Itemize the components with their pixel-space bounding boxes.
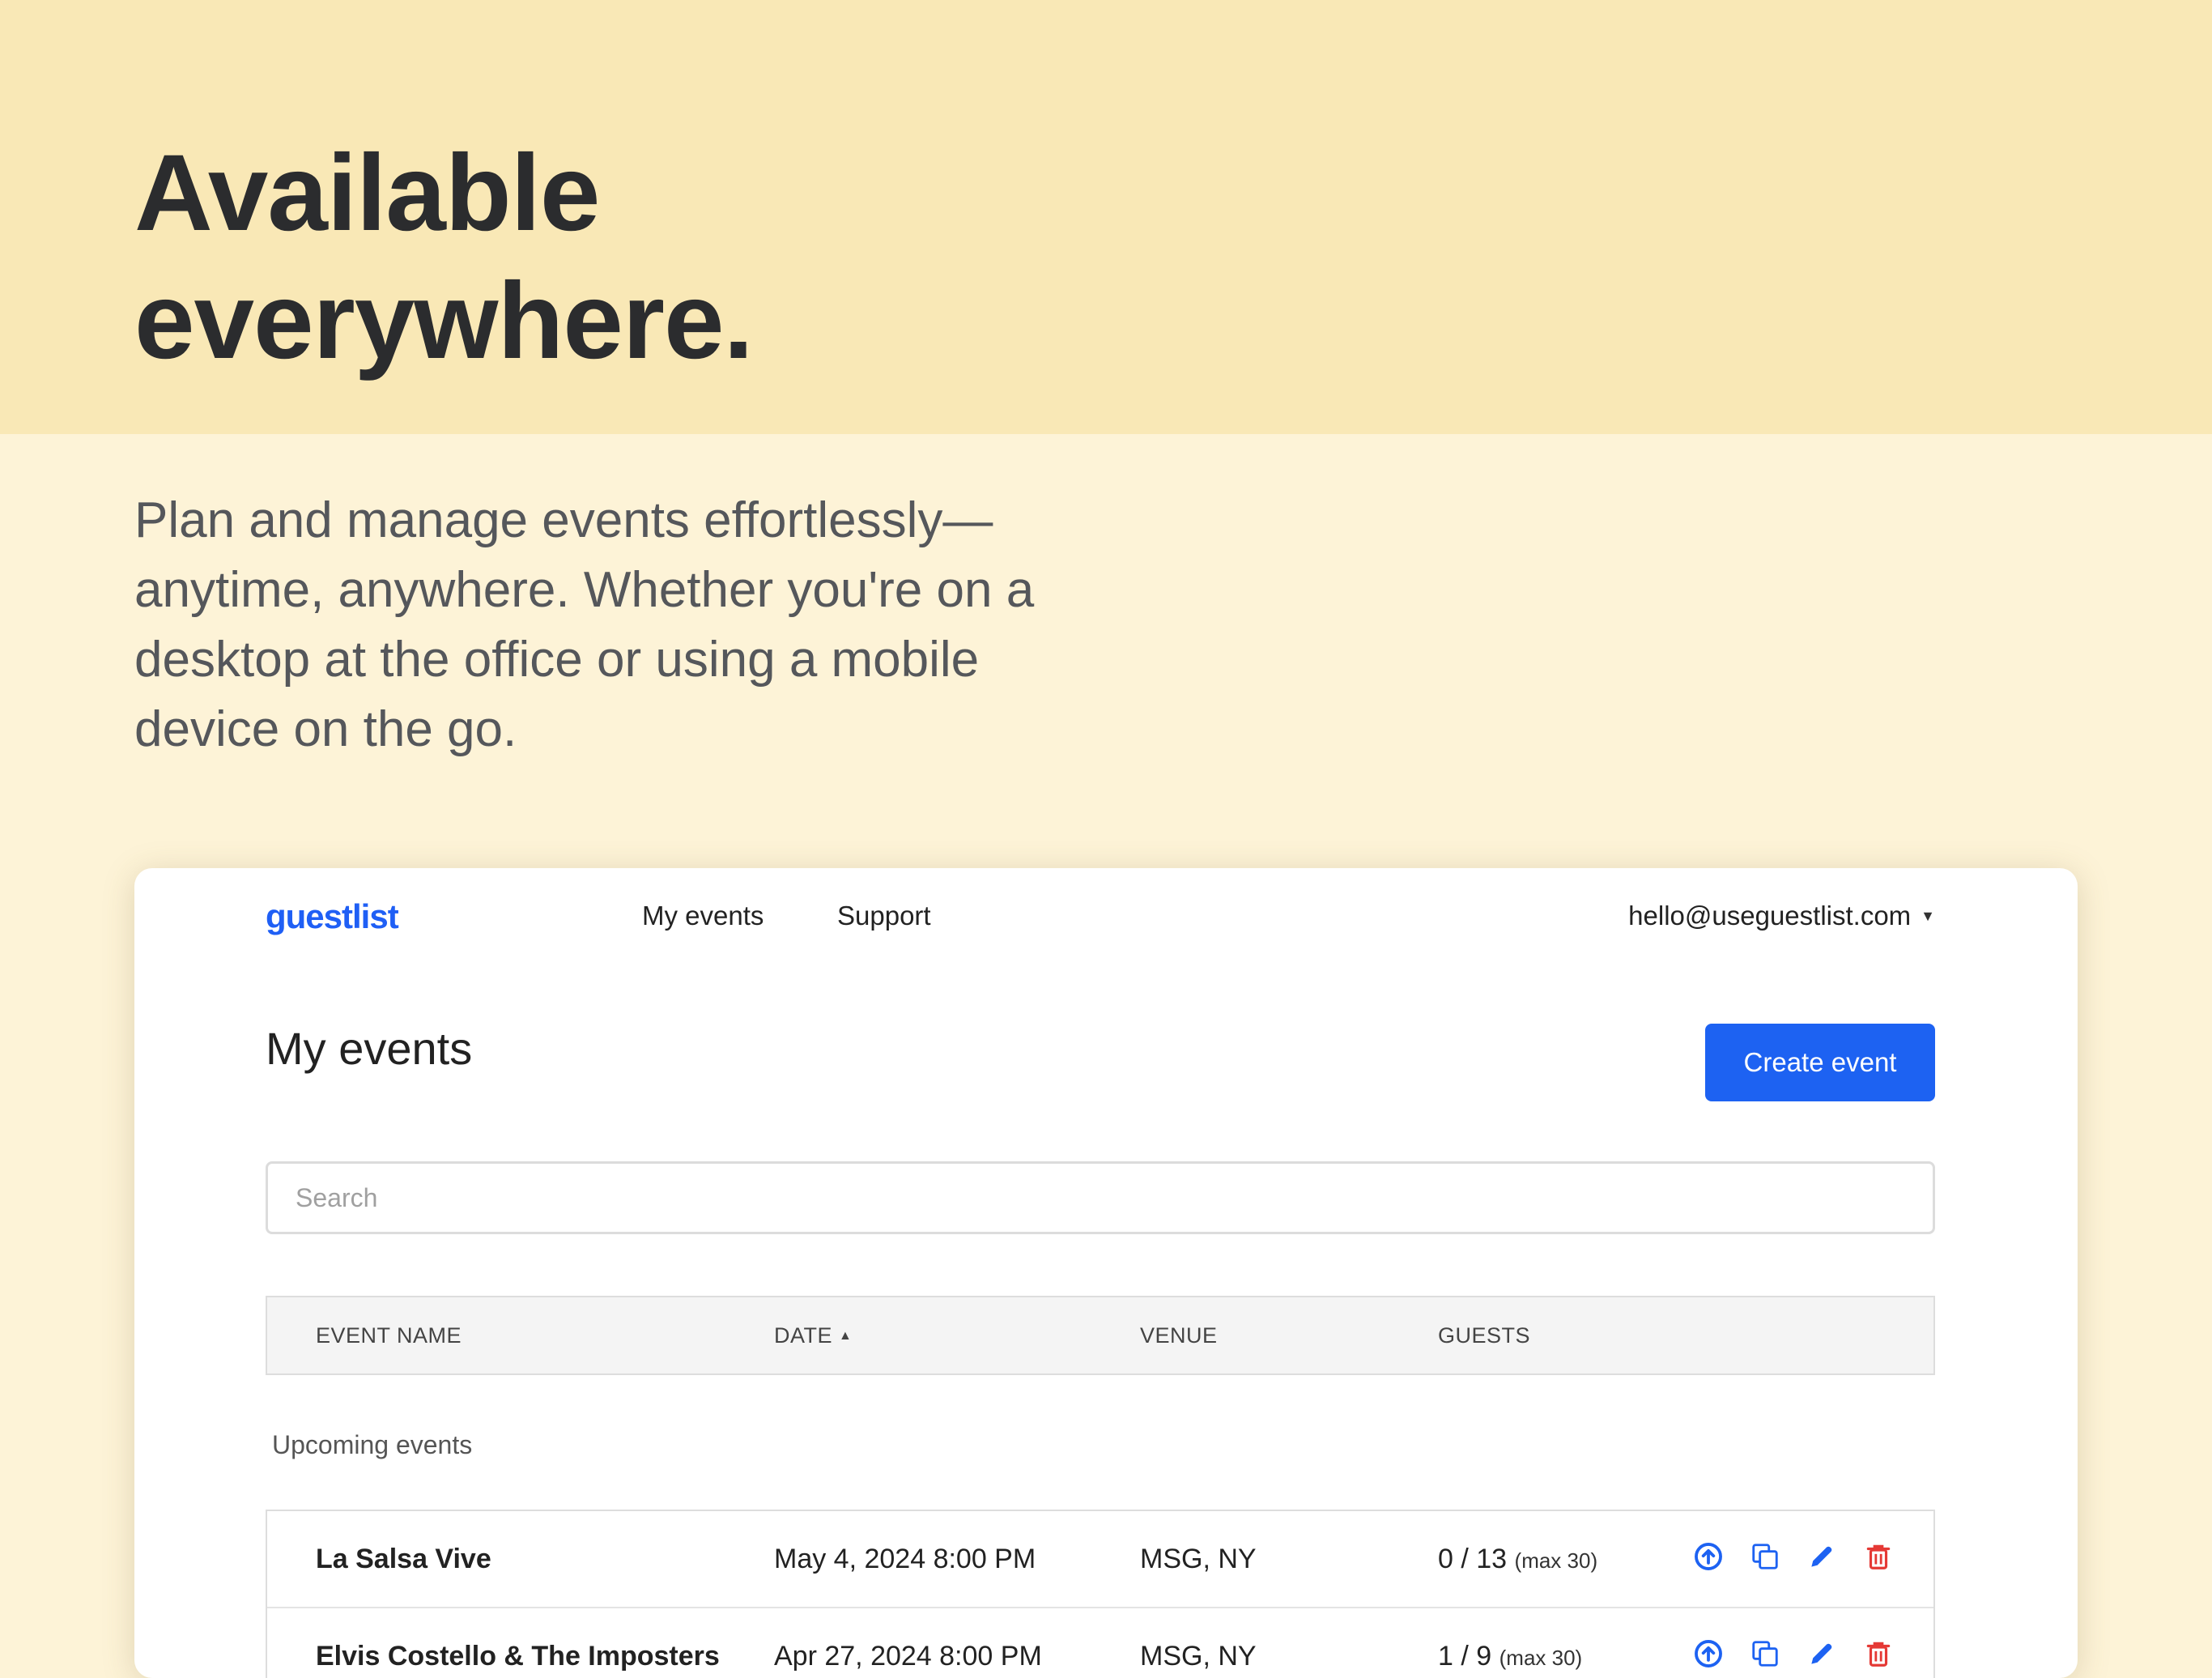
- user-email: hello@useguestlist.com: [1628, 901, 1912, 931]
- trash-icon[interactable]: [1862, 1638, 1895, 1670]
- event-guests: 0 / 13 (max 30): [1438, 1544, 1597, 1575]
- arrow-up-circle-icon[interactable]: [1692, 1540, 1725, 1573]
- guest-count: 0 / 13: [1438, 1544, 1508, 1574]
- search-input[interactable]: [266, 1161, 1935, 1234]
- pencil-icon[interactable]: [1806, 1638, 1838, 1670]
- trash-icon[interactable]: [1862, 1540, 1895, 1573]
- table-header: EVENT NAME DATE ▲ VENUE GUESTS: [266, 1296, 1935, 1375]
- event-name[interactable]: Elvis Costello & The Imposters: [316, 1641, 720, 1672]
- column-header-guests[interactable]: GUESTS: [1438, 1323, 1530, 1348]
- nav-support[interactable]: Support: [837, 901, 931, 931]
- app-screenshot-card: guestlist My events Support hello@usegue…: [134, 868, 2078, 1678]
- table-row[interactable]: La Salsa Vive May 4, 2024 8:00 PM MSG, N…: [267, 1511, 1933, 1608]
- copy-icon[interactable]: [1749, 1638, 1781, 1670]
- hero-title-line-2: everywhere.: [134, 261, 754, 381]
- event-venue: MSG, NY: [1140, 1641, 1257, 1672]
- caret-down-icon: ▼: [1921, 907, 1935, 924]
- row-actions: [1692, 1540, 1895, 1573]
- row-actions: [1692, 1638, 1895, 1670]
- column-header-event-name[interactable]: EVENT NAME: [316, 1323, 462, 1348]
- event-name[interactable]: La Salsa Vive: [316, 1544, 491, 1575]
- column-header-venue[interactable]: VENUE: [1140, 1323, 1218, 1348]
- event-date: Apr 27, 2024 8:00 PM: [774, 1641, 1042, 1672]
- pencil-icon[interactable]: [1806, 1540, 1838, 1573]
- user-menu[interactable]: hello@useguestlist.com ▼: [1628, 901, 1935, 931]
- arrow-up-circle-icon[interactable]: [1692, 1638, 1725, 1670]
- table-row[interactable]: Elvis Costello & The Imposters Apr 27, 2…: [267, 1608, 1933, 1678]
- create-event-button[interactable]: Create event: [1705, 1024, 1935, 1101]
- sort-ascending-icon: ▲: [839, 1329, 853, 1343]
- hero-subtitle: Plan and manage events effortlessly—anyt…: [134, 492, 1035, 757]
- section-label-upcoming: Upcoming events: [272, 1430, 473, 1459]
- event-venue: MSG, NY: [1140, 1544, 1257, 1574]
- guest-max: (max 30): [1514, 1548, 1598, 1573]
- nav-my-events[interactable]: My events: [642, 901, 764, 931]
- column-header-date-label: DATE: [774, 1323, 833, 1348]
- column-header-date[interactable]: DATE ▲: [774, 1323, 852, 1348]
- hero-title: Available everywhere.: [134, 130, 754, 385]
- page-title: My events: [266, 1023, 473, 1074]
- guest-count: 1 / 9: [1438, 1641, 1492, 1672]
- event-date: May 4, 2024 8:00 PM: [774, 1544, 1036, 1574]
- guest-max: (max 30): [1499, 1646, 1583, 1670]
- events-table-body: La Salsa Vive May 4, 2024 8:00 PM MSG, N…: [266, 1510, 1935, 1678]
- hero-title-line-1: Available: [134, 133, 600, 253]
- copy-icon[interactable]: [1749, 1540, 1781, 1573]
- guestlist-logo[interactable]: guestlist: [266, 897, 399, 936]
- event-guests: 1 / 9 (max 30): [1438, 1641, 1582, 1672]
